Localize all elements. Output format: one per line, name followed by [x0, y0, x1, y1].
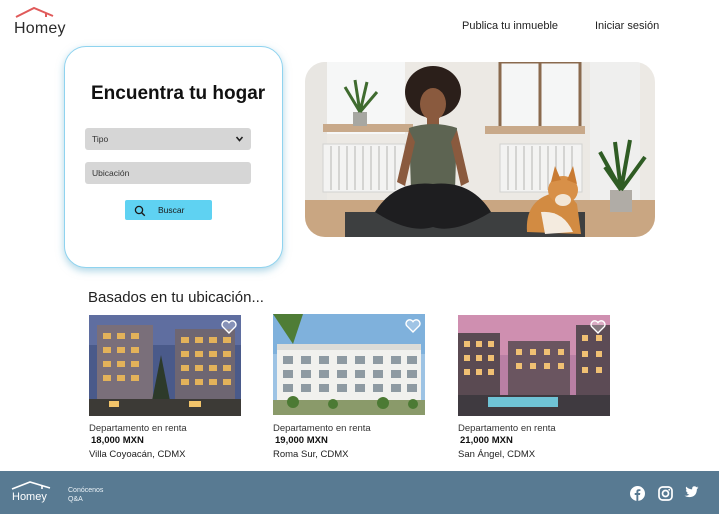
section-title: Basados en tu ubicación... — [88, 289, 264, 306]
listing-price: 21,000 MXN — [460, 435, 513, 446]
search-button[interactable]: Buscar — [125, 200, 212, 220]
footer-links: Conócenos Q&A — [68, 486, 103, 504]
twitter-icon[interactable] — [684, 486, 699, 504]
location-input[interactable]: Ubicación — [85, 162, 251, 184]
heart-outline-icon[interactable] — [590, 320, 606, 339]
listing-price: 18,000 MXN — [91, 435, 144, 446]
hero-image — [305, 62, 655, 237]
search-button-label: Buscar — [158, 205, 185, 215]
footer-link-about[interactable]: Conócenos — [68, 486, 103, 495]
listing-image[interactable] — [273, 314, 425, 415]
footer-logo[interactable]: Homey — [10, 479, 60, 507]
listing-type: Departamento en renta — [458, 423, 556, 434]
listing-location: Villa Coyoacán, CDMX — [89, 449, 186, 460]
search-title: Encuentra tu hogar — [91, 83, 266, 104]
heart-outline-icon[interactable] — [221, 320, 237, 339]
footer-logo-text: Homey — [12, 491, 47, 503]
property-type-value: Tipo — [92, 134, 109, 144]
facebook-icon[interactable] — [630, 486, 645, 506]
listing-location: San Ángel, CDMX — [458, 449, 536, 460]
listing-type: Departamento en renta — [89, 423, 187, 434]
listing-price: 19,000 MXN — [275, 435, 328, 446]
search-card: Encuentra tu hogar Tipo Ubicación Buscar — [64, 46, 283, 268]
nav-publish-property[interactable]: Publica tu inmueble — [462, 20, 558, 32]
footer: Homey Conócenos Q&A — [0, 471, 719, 514]
page: Homey Publica tu inmueble Iniciar sesión… — [0, 0, 719, 514]
listing-image[interactable] — [89, 315, 241, 416]
listing-image[interactable] — [458, 315, 610, 416]
nav-login[interactable]: Iniciar sesión — [595, 20, 659, 32]
listing-type: Departamento en renta — [273, 423, 371, 434]
homey-logo[interactable]: Homey — [12, 6, 72, 40]
house-roof-icon — [15, 6, 54, 18]
footer-link-faq[interactable]: Q&A — [68, 495, 103, 504]
chevron-down-icon — [235, 128, 244, 158]
location-placeholder: Ubicación — [92, 168, 130, 178]
search-icon — [134, 204, 146, 224]
instagram-icon[interactable] — [658, 486, 673, 506]
listing-location: Roma Sur, CDMX — [273, 449, 349, 460]
property-type-select[interactable]: Tipo — [85, 128, 251, 150]
logo-text: Homey — [14, 20, 66, 37]
heart-outline-icon[interactable] — [405, 319, 421, 338]
